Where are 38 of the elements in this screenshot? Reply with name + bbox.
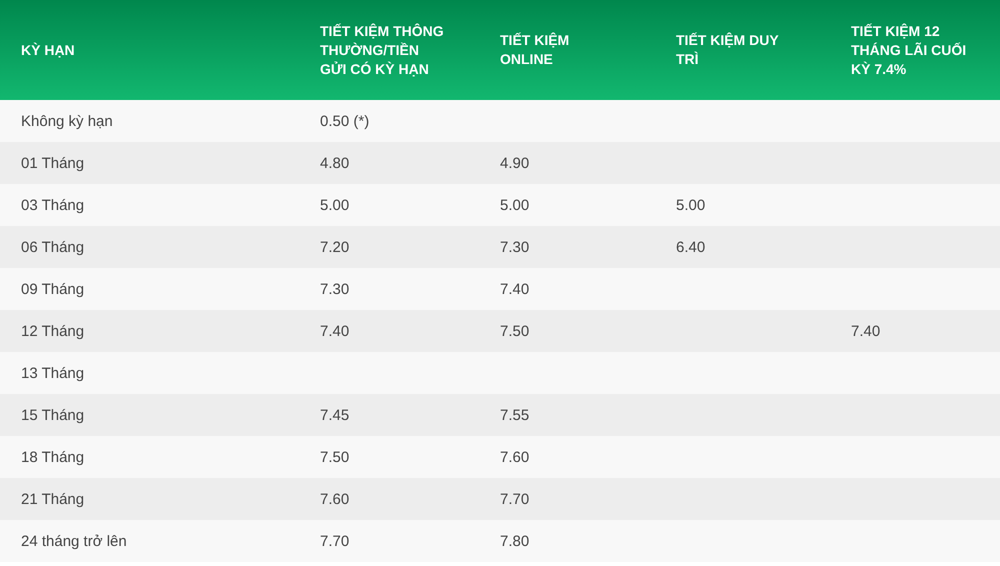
table-cell: 7.70 [487,478,663,520]
table-cell: 03 Tháng [0,184,307,226]
table-cell: 6.40 [663,226,838,268]
table-cell: 7.80 [487,520,663,562]
table-cell: 15 Tháng [0,394,307,436]
table-cell: 4.80 [307,142,487,184]
table-cell: 09 Tháng [0,268,307,310]
table-cell: 21 Tháng [0,478,307,520]
table-cell: 5.00 [487,184,663,226]
column-header: TIẾT KIỆM ONLINE [487,0,663,100]
table-cell: 7.70 [307,520,487,562]
table-cell: 0.50 (*) [307,100,487,142]
column-header: TIẾT KIỆM THÔNG THƯỜNG/TIỀN GỬI CÓ KỲ HẠN [307,0,487,100]
table-cell: 5.00 [307,184,487,226]
table-cell: Không kỳ hạn [0,100,307,142]
table-cell: 7.40 [838,310,1000,352]
table-cell: 7.45 [307,394,487,436]
column-header: TIẾT KIỆM DUY TRÌ [663,0,838,100]
table-cell: 7.50 [487,310,663,352]
table-cell: 12 Tháng [0,310,307,352]
table-cell: 7.40 [307,310,487,352]
table-cell: 7.60 [487,436,663,478]
column-header: TIẾT KIỆM 12 THÁNG LÃI CUỐI KỲ 7.4% [838,0,1000,100]
table-cell: 06 Tháng [0,226,307,268]
column-header: KỲ HẠN [0,0,307,100]
table-cell: 01 Tháng [0,142,307,184]
table-cell: 7.60 [307,478,487,520]
table-cell: 4.90 [487,142,663,184]
table-cell: 5.00 [663,184,838,226]
table-cell: 18 Tháng [0,436,307,478]
table-cell: 7.30 [487,226,663,268]
table-cell: 7.20 [307,226,487,268]
table-cell: 24 tháng trở lên [0,520,307,562]
table-cell: 13 Tháng [0,352,307,394]
table-cell: 7.40 [487,268,663,310]
table-cell: 7.55 [487,394,663,436]
table-cell: 7.50 [307,436,487,478]
table-cell: 7.30 [307,268,487,310]
